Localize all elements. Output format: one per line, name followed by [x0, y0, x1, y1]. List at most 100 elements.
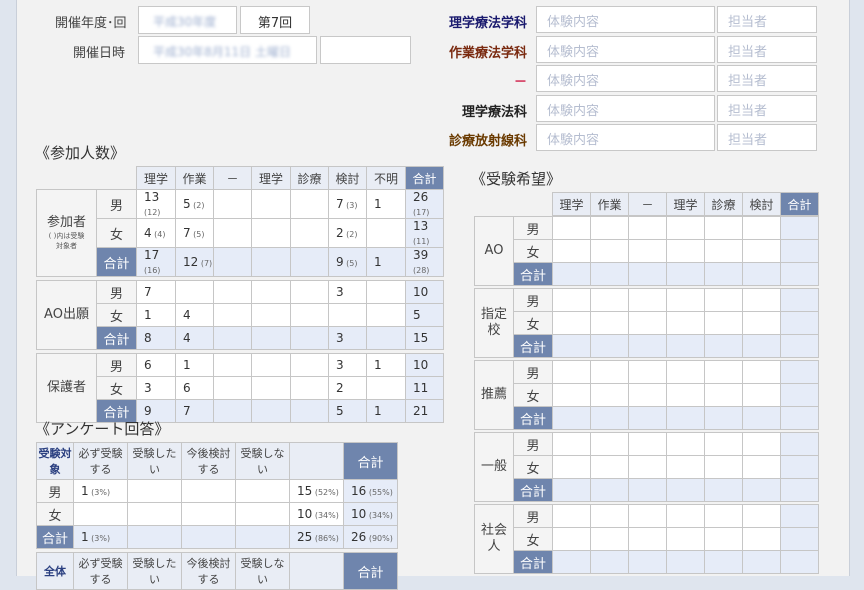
hope-cell [742, 383, 781, 407]
experience-content-field[interactable]: 体験内容 [536, 6, 715, 33]
experience-content-field[interactable]: 体験内容 [536, 65, 715, 92]
department-label: 作業療法学科 [448, 45, 527, 61]
survey-cell [181, 502, 236, 526]
hope-cell [628, 334, 667, 358]
group-label: AO [474, 216, 514, 286]
count-cell [251, 280, 291, 304]
hope-cell [666, 311, 705, 335]
survey-percent: (34%) [366, 511, 393, 520]
survey-header: 受験しない [235, 442, 290, 480]
hope-cell [666, 288, 705, 312]
person-in-charge-field[interactable]: 担当者 [717, 35, 817, 63]
count-sub: (28) [413, 266, 430, 275]
person-in-charge-field[interactable]: 担当者 [717, 124, 817, 151]
count-cell [213, 247, 252, 277]
row-label: 合計 [513, 478, 553, 502]
survey-title: 《アンケート回答》 [35, 420, 170, 438]
count-sub: (16) [144, 266, 161, 275]
count-cell [213, 353, 252, 377]
count-value: 4 [183, 331, 191, 345]
count-value: 6 [144, 358, 152, 372]
department-label: 理学療法学科 [448, 16, 527, 31]
round-field[interactable]: 第7回 [240, 6, 310, 34]
hope-cell [704, 239, 743, 263]
time-field[interactable] [320, 36, 411, 64]
hope-cell [552, 550, 591, 574]
hope-cell [628, 432, 667, 456]
experience-content-field[interactable]: 体験内容 [536, 35, 715, 63]
column-header: 診療 [290, 166, 329, 190]
count-cell [366, 280, 406, 304]
row-label: 合計 [96, 326, 137, 350]
hope-cell [666, 527, 705, 551]
count-value: 13 [144, 190, 160, 204]
survey-cell: 10 (34%) [343, 502, 398, 526]
count-value: 1 [374, 255, 382, 269]
count-cell: 1 [366, 247, 406, 277]
hope-cell [552, 288, 591, 312]
survey-cell: 15 (52%) [289, 479, 344, 503]
hope-cell [666, 334, 705, 358]
count-value: 4 [183, 308, 191, 322]
experience-content-field[interactable]: 体験内容 [536, 94, 715, 122]
survey-header [289, 442, 344, 480]
survey-percent: (90%) [366, 534, 393, 543]
hope-cell [590, 262, 629, 286]
count-cell [251, 247, 291, 277]
count-cell: 10 [405, 280, 444, 304]
hope-cell [742, 288, 781, 312]
year-round-label: 開催年度･回 [55, 16, 127, 31]
survey-header: 必ず受験する [73, 552, 128, 590]
hope-cell [780, 334, 819, 358]
count-cell [290, 218, 329, 248]
count-cell: 39 (28) [405, 247, 444, 277]
exam-hope-group-table: 指定校男女合計 [474, 288, 819, 358]
count-cell [290, 326, 329, 350]
hope-cell [552, 360, 591, 384]
hope-cell [742, 311, 781, 335]
exam-hope-header: 理学 作業－理学 診療 検討 合計 [552, 192, 819, 216]
count-value: 3 [144, 381, 152, 395]
hope-cell [628, 311, 667, 335]
hope-cell [780, 216, 819, 240]
experience-content-field[interactable]: 体験内容 [536, 124, 715, 151]
survey-header: 合計 [343, 442, 398, 480]
hope-cell [590, 432, 629, 456]
hope-cell [590, 383, 629, 407]
hope-cell [742, 406, 781, 430]
row-label: 男 [96, 280, 137, 304]
person-in-charge-field[interactable]: 担当者 [717, 65, 817, 92]
count-cell [290, 399, 329, 423]
hope-cell [590, 504, 629, 528]
person-in-charge-field[interactable]: 担当者 [717, 6, 817, 33]
department-label: 理学療法科 [461, 104, 527, 120]
person-in-charge-field[interactable]: 担当者 [717, 94, 817, 122]
hope-cell [552, 455, 591, 479]
hope-cell [552, 239, 591, 263]
count-cell: 3 [328, 353, 367, 377]
count-value: 10 [413, 285, 429, 299]
hope-cell [704, 360, 743, 384]
row-label: 合計 [36, 525, 74, 549]
count-cell [251, 218, 291, 248]
hope-cell [780, 360, 819, 384]
count-cell [251, 303, 291, 327]
hope-cell [628, 262, 667, 286]
hope-cell [780, 478, 819, 502]
count-cell: 13 (11) [405, 218, 444, 248]
count-value: 11 [413, 381, 429, 395]
date-field[interactable]: 平成30年8月11日 土曜日 [138, 36, 317, 64]
group-note: ( )内は受験 [48, 232, 85, 240]
survey-header: 受験したい [127, 552, 182, 590]
group-label-text: 保護者 [46, 380, 86, 395]
count-cell: 5 [405, 303, 444, 327]
row-label: 男 [513, 432, 553, 456]
survey-header: 受験しない [235, 552, 290, 590]
hope-cell [704, 406, 743, 430]
survey-cell: 16 (55%) [343, 479, 398, 503]
count-cell: 2 (2) [328, 218, 367, 248]
hope-cell [666, 432, 705, 456]
hope-cell [742, 360, 781, 384]
count-cell [213, 376, 252, 400]
year-field[interactable]: 平成30年度 [138, 6, 237, 34]
